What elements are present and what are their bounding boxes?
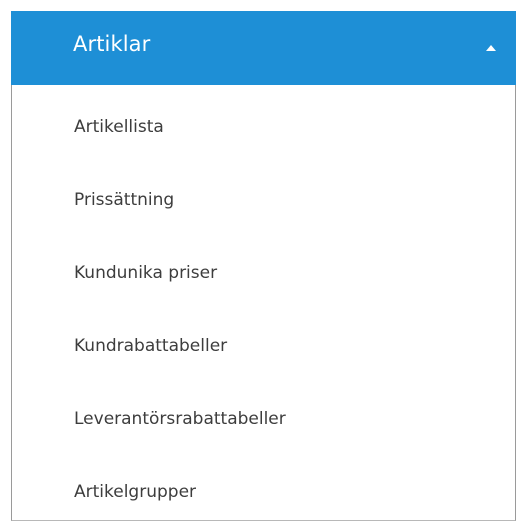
menu-item-leverantorsrabattabeller[interactable]: Leverantörsrabattabeller (12, 377, 515, 450)
menu-header-artiklar[interactable]: Artiklar (11, 11, 516, 85)
menu-item-label: Leverantörsrabattabeller (74, 409, 286, 429)
menu-item-label: Kundunika priser (74, 263, 218, 283)
menu-item-kundrabattabeller[interactable]: Kundrabattabeller (12, 304, 515, 377)
menu-item-label: Artikelgrupper (74, 482, 197, 502)
menu-list: Artikellista Prissättning Kundunika pris… (12, 85, 515, 523)
menu-item-artikellista[interactable]: Artikellista (12, 85, 515, 158)
menu-item-artikelgrupper[interactable]: Artikelgrupper (12, 450, 515, 523)
menu-item-prissattning[interactable]: Prissättning (12, 158, 515, 231)
menu-item-label: Kundrabattabeller (74, 336, 228, 356)
menu-title: Artiklar (73, 32, 151, 56)
menu-item-kundunika-priser[interactable]: Kundunika priser (12, 231, 515, 304)
menu-item-label: Prissättning (74, 190, 175, 210)
caret-up-icon[interactable] (486, 45, 496, 51)
menu-item-label: Artikellista (74, 117, 164, 137)
artiklar-menu-panel: Artiklar Artikellista Prissättning Kundu… (11, 11, 516, 521)
